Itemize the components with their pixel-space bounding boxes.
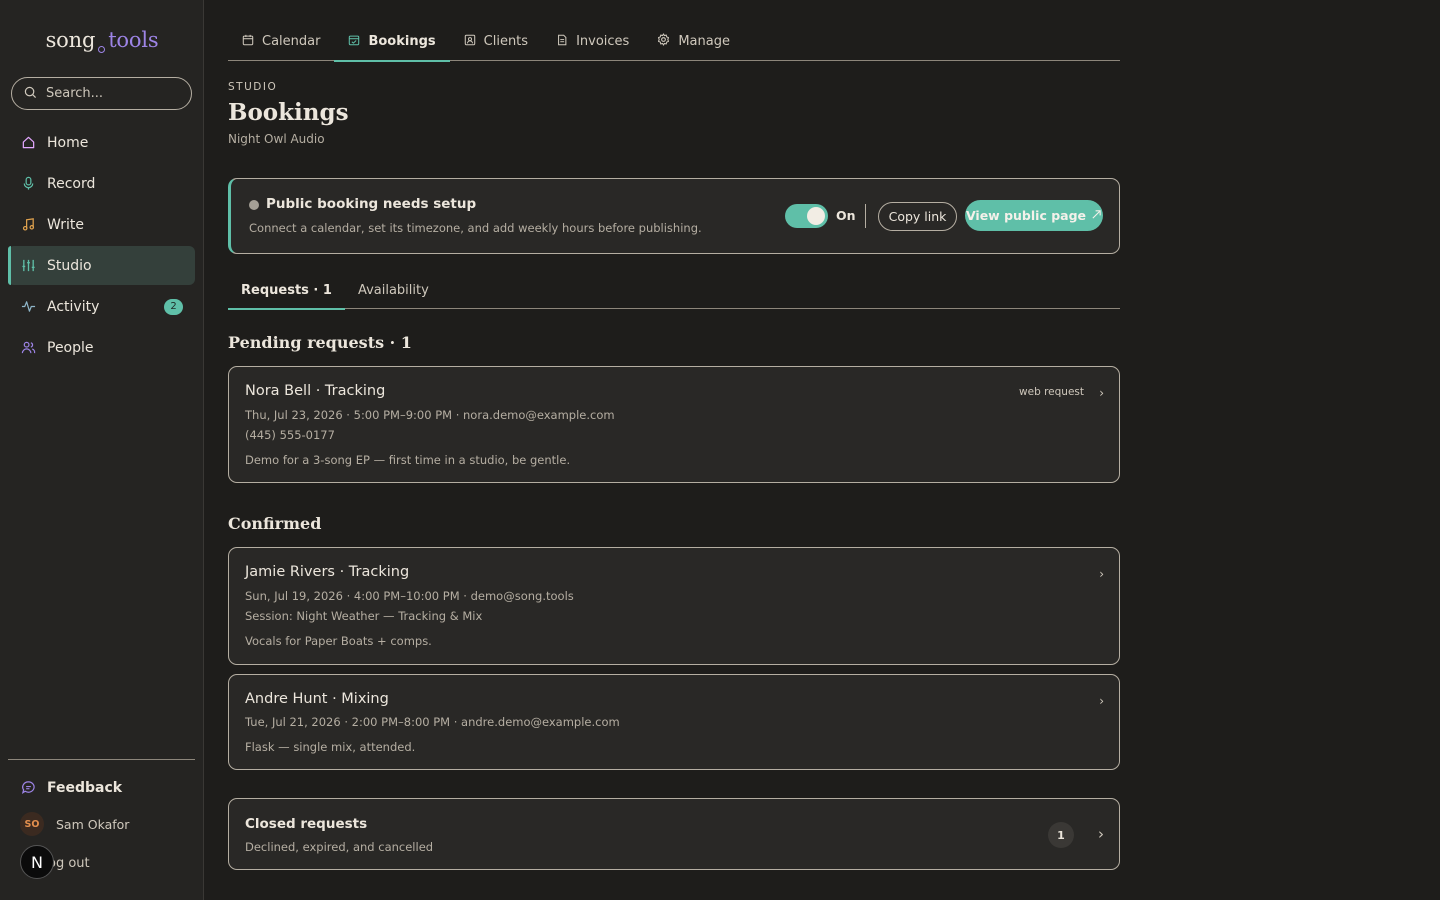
user-profile[interactable]: SO Sam Okafor bbox=[20, 812, 129, 836]
setup-banner: Public booking needs setup Connect a cal… bbox=[228, 178, 1120, 254]
page-eyebrow: STUDIO bbox=[228, 81, 278, 93]
logo-text-song: song bbox=[45, 28, 96, 52]
closed-count-badge: 1 bbox=[1048, 822, 1074, 848]
pending-request-card[interactable]: Nora Bell · Tracking web request › Thu, … bbox=[228, 366, 1120, 483]
sidebar-item-label: Write bbox=[47, 216, 84, 233]
booking-session: Session: Night Weather — Tracking & Mix bbox=[245, 609, 483, 623]
external-link-icon bbox=[1091, 208, 1102, 223]
setup-description: Connect a calendar, set its timezone, an… bbox=[249, 221, 702, 235]
sidebar: song tools Home Record Write bbox=[0, 0, 204, 900]
app-logo[interactable]: song tools bbox=[0, 28, 204, 53]
home-icon bbox=[20, 135, 36, 151]
status-dot-icon bbox=[249, 200, 259, 210]
contact-card-icon bbox=[464, 34, 476, 50]
booking-datetime: Tue, Jul 21, 2026 · 2:00 PM–8:00 PM · an… bbox=[245, 715, 620, 729]
document-icon bbox=[556, 34, 568, 50]
logout-button[interactable]: og out bbox=[48, 856, 90, 871]
page-subtitle: Night Owl Audio bbox=[228, 132, 325, 146]
closed-title: Closed requests bbox=[245, 816, 368, 832]
gear-icon bbox=[657, 33, 670, 50]
calendar-check-icon bbox=[348, 34, 360, 50]
confirmed-booking-card[interactable]: Andre Hunt · Mixing › Tue, Jul 21, 2026 … bbox=[228, 674, 1120, 770]
sidebar-divider bbox=[8, 759, 195, 760]
avatar: SO bbox=[20, 812, 44, 836]
music-note-icon bbox=[20, 217, 36, 233]
booking-note: Vocals for Paper Boats + comps. bbox=[245, 634, 432, 648]
search-input[interactable] bbox=[46, 86, 176, 101]
chat-bubble-icon bbox=[20, 780, 36, 796]
feedback-label: Feedback bbox=[47, 779, 123, 796]
tab-clients[interactable]: Clients bbox=[450, 22, 542, 61]
tab-requests[interactable]: Requests · 1 bbox=[228, 272, 345, 310]
booking-phone: (445) 555-0177 bbox=[245, 428, 335, 442]
sidebar-item-people[interactable]: People bbox=[8, 328, 195, 367]
tab-label: Manage bbox=[678, 34, 730, 49]
booking-title: Jamie Rivers · Tracking bbox=[245, 564, 410, 580]
confirmed-booking-card[interactable]: Jamie Rivers · Tracking › Sun, Jul 19, 2… bbox=[228, 547, 1120, 665]
sidebar-item-label: Home bbox=[47, 134, 89, 151]
chevron-right-icon: › bbox=[1098, 825, 1104, 843]
sliders-icon bbox=[20, 258, 36, 274]
booking-title: Andre Hunt · Mixing bbox=[245, 691, 389, 707]
sidebar-item-label: Activity bbox=[47, 298, 100, 315]
confirmed-heading: Confirmed bbox=[228, 514, 322, 533]
sub-tabs: Requests · 1 Availability bbox=[228, 272, 1120, 310]
tab-label: Clients bbox=[483, 34, 529, 49]
feedback-button[interactable]: Feedback bbox=[8, 768, 195, 807]
sidebar-footer: Feedback bbox=[8, 768, 195, 809]
chevron-right-icon: › bbox=[1099, 694, 1104, 708]
tab-label: Calendar bbox=[262, 34, 321, 49]
top-tabs: Calendar Bookings Clients Invoices Manag… bbox=[228, 22, 1120, 62]
view-public-page-label: View public page bbox=[965, 208, 1087, 223]
pending-heading: Pending requests · 1 bbox=[228, 333, 412, 352]
copy-link-button[interactable]: Copy link bbox=[878, 202, 957, 231]
sidebar-item-studio[interactable]: Studio bbox=[8, 246, 195, 285]
booking-note: Flask — single mix, attended. bbox=[245, 740, 416, 754]
booking-note: Demo for a 3-song EP — first time in a s… bbox=[245, 453, 571, 467]
closed-description: Declined, expired, and cancelled bbox=[245, 840, 434, 854]
chevron-right-icon: › bbox=[1099, 386, 1104, 400]
sidebar-item-record[interactable]: Record bbox=[8, 164, 195, 203]
toggle-knob bbox=[807, 207, 825, 225]
user-name: Sam Okafor bbox=[56, 816, 130, 832]
closed-requests-card[interactable]: Closed requests Declined, expired, and c… bbox=[228, 798, 1120, 870]
logo-dot-icon bbox=[98, 46, 106, 53]
n-floating-button[interactable]: N bbox=[20, 845, 54, 879]
tab-invoices[interactable]: Invoices bbox=[542, 22, 643, 61]
chevron-right-icon: › bbox=[1099, 567, 1104, 581]
booking-title: Nora Bell · Tracking bbox=[245, 383, 386, 399]
sidebar-item-label: People bbox=[47, 339, 94, 356]
setup-title: Public booking needs setup bbox=[266, 196, 477, 212]
public-booking-toggle[interactable] bbox=[785, 204, 828, 228]
activity-count-badge: 2 bbox=[164, 298, 183, 315]
calendar-icon bbox=[242, 34, 254, 50]
page-title: Bookings bbox=[228, 99, 349, 126]
booking-datetime: Sun, Jul 19, 2026 · 4:00 PM–10:00 PM · d… bbox=[245, 589, 574, 603]
sidebar-nav: Home Record Write Studio Activity 2 Peop… bbox=[8, 123, 195, 369]
tab-label: Bookings bbox=[368, 34, 436, 49]
sidebar-item-activity[interactable]: Activity 2 bbox=[8, 287, 195, 326]
source-tag: web request bbox=[1019, 386, 1084, 398]
tab-manage[interactable]: Manage bbox=[643, 22, 744, 61]
sidebar-item-home[interactable]: Home bbox=[8, 123, 195, 162]
tab-availability[interactable]: Availability bbox=[345, 272, 442, 309]
tab-bookings[interactable]: Bookings bbox=[334, 22, 450, 62]
tab-label: Invoices bbox=[576, 34, 630, 49]
sidebar-item-write[interactable]: Write bbox=[8, 205, 195, 244]
tab-calendar[interactable]: Calendar bbox=[228, 22, 334, 61]
logo-text-tools: tools bbox=[108, 28, 159, 52]
search-box bbox=[11, 77, 192, 110]
sidebar-item-label: Record bbox=[47, 175, 96, 192]
activity-icon bbox=[20, 299, 36, 315]
view-public-page-button[interactable]: View public page bbox=[965, 200, 1103, 231]
booking-datetime: Thu, Jul 23, 2026 · 5:00 PM–9:00 PM · no… bbox=[245, 408, 615, 422]
sidebar-item-label: Studio bbox=[47, 257, 92, 274]
divider bbox=[865, 204, 866, 228]
toggle-label: On bbox=[836, 208, 856, 223]
people-icon bbox=[20, 340, 36, 356]
microphone-icon bbox=[20, 176, 36, 192]
search-icon bbox=[24, 84, 37, 103]
